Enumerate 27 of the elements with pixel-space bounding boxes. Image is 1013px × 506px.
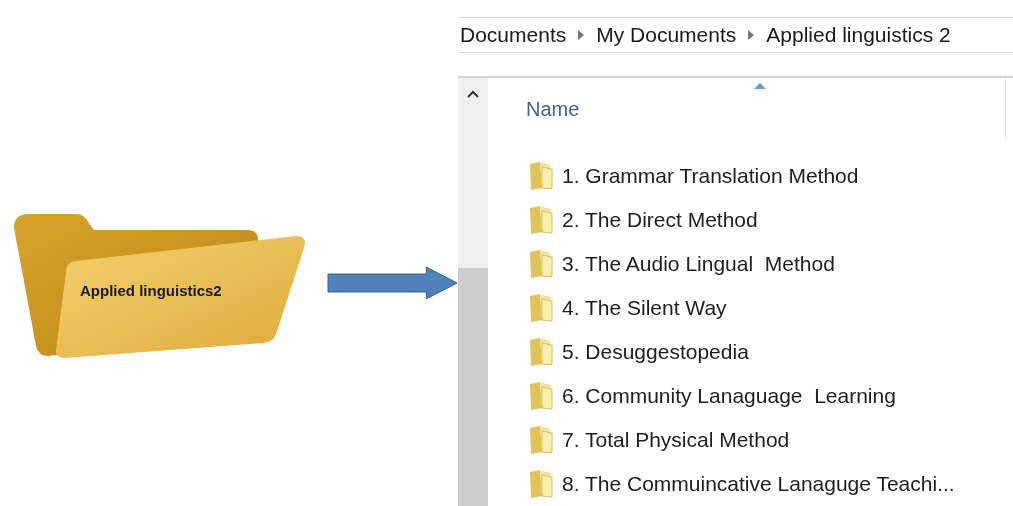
folder-name[interactable]: 6. Community Lanaguage Learning <box>562 380 896 412</box>
folder-icon <box>528 161 554 191</box>
folder-name[interactable]: 3. The Audio Lingual Method <box>562 248 835 280</box>
folder-name[interactable]: 2. The Direct Method <box>562 204 758 236</box>
folder-name[interactable]: 4. The Silent Way <box>562 292 727 324</box>
folder-label: Applied linguistics2 <box>80 280 222 301</box>
folder-icon <box>528 293 554 323</box>
folder-name[interactable]: 1. Grammar Translation Method <box>562 160 859 192</box>
folder-icon <box>528 469 554 499</box>
folder-icon <box>528 205 554 235</box>
folder-icon <box>528 425 554 455</box>
breadcrumb-item[interactable]: My Documents <box>596 19 737 51</box>
chevron-right-icon[interactable] <box>748 30 755 40</box>
chevron-right-icon[interactable] <box>578 30 585 40</box>
sort-caret-icon <box>754 83 766 89</box>
folder-icon <box>528 337 554 367</box>
scrollbar-thumb[interactable] <box>458 268 488 506</box>
folder-name[interactable]: 8. The Commuincative Lanaguge Teachi... <box>562 468 955 500</box>
scroll-up-icon[interactable] <box>467 90 479 98</box>
folder-name[interactable]: 7. Total Physical Method <box>562 424 790 456</box>
column-header[interactable]: Name <box>526 94 580 124</box>
folder-name[interactable]: 5. Desuggestopedia <box>562 336 749 368</box>
breadcrumb-item[interactable]: Applied linguistics 2 <box>766 19 951 51</box>
folder-icon <box>528 249 554 279</box>
right-arrow-icon <box>326 266 458 300</box>
folder-icon <box>528 381 554 411</box>
breadcrumb-item[interactable]: Documents <box>460 19 567 51</box>
